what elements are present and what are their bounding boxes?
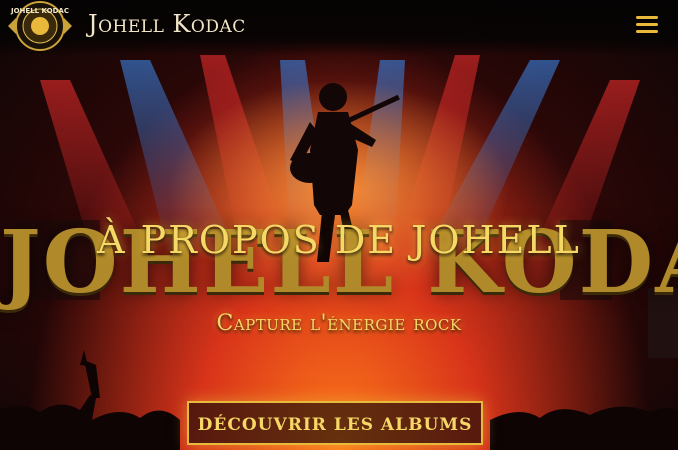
site-title[interactable]: Johell Kodac <box>88 10 246 38</box>
hero-section: JOHELL KODAC Johell Kodac JOHELL KODAC À… <box>0 0 678 450</box>
logo-text: JOHELL KODAC <box>10 7 69 15</box>
discover-albums-button[interactable]: DÉCOUVRIR LES ALBUMS <box>187 401 483 445</box>
page-heading: À PROPOS DE JOHELL <box>97 218 581 262</box>
top-navbar: JOHELL KODAC Johell Kodac <box>0 0 678 56</box>
logo[interactable]: JOHELL KODAC <box>2 0 78 52</box>
hero-tagline: Capture l'énergie rock <box>216 311 462 336</box>
hamburger-icon[interactable] <box>636 16 658 34</box>
